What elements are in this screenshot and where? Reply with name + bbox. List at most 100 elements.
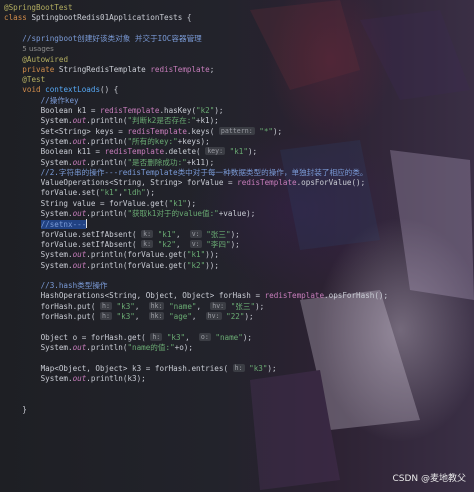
code-line[interactable]: System.out.println("获取k1对于的value值:"+valu… [4,209,256,219]
code-line[interactable]: //springboot创建好该类对象 并交于IOC容器管理 [4,34,201,44]
field-token: redisTemplate [104,147,165,157]
code-line[interactable]: @Test [4,75,45,85]
field-token: redisTemplate [264,291,325,301]
code-line[interactable]: System.out.println(forValue.get("k1")); [4,250,219,260]
string-token: "张三" [230,301,256,311]
string-token: "name" [169,301,197,311]
code-token: Boolean k11 = [4,147,105,157]
code-token: .delete( [164,147,206,157]
code-line[interactable]: @Autowired [4,55,68,65]
code-line[interactable]: class SptingbootRedis01ApplicationTests … [4,13,191,23]
text-caret [86,219,88,229]
code-token: Boolean k1 = [4,106,101,115]
code-token: .println(k3); [86,373,146,383]
field-token: redisTemplate [127,126,187,136]
code-line[interactable]: System.out.println("判断k2是否存在:"+k1); [4,116,219,126]
code-token: )); [205,260,219,270]
parameter-hint: v: [189,229,202,238]
field-token: redisTemplate [100,106,160,115]
code-line[interactable]: System.out.println(forValue.get("k2")); [4,261,219,271]
code-token: ); [267,363,277,373]
code-token: +keys); [177,136,210,146]
code-token: .println( [86,209,128,218]
code-line[interactable]: forValue.setIfAbsent( k: "k2", v: "李四"); [4,239,240,250]
code-token: System. [4,136,73,146]
code-line[interactable]: } [4,405,27,415]
code-token: () { [100,85,119,95]
code-line[interactable]: @SpringBootTest [4,3,73,13]
code-line[interactable]: System.out.println("所有的key:"+keys); [4,137,210,147]
string-token: "是否删除成功:" [127,157,187,167]
parameter-hint: v: [189,239,202,248]
string-token: "ldh" [122,188,146,198]
code-token: forHash.put( [4,312,101,321]
string-token: "张三" [206,229,231,239]
code-line[interactable]: //2.字符串的操作---redisTemplate类中对于每一种数据类型的操作… [4,168,368,178]
code-token: .hasKey( [159,106,197,115]
code-line[interactable]: void contextLoads() { [4,85,118,95]
parameter-hint: h: [150,332,163,341]
code-token: forValue.set( [4,188,101,198]
code-token: ); [145,188,155,198]
code-line[interactable]: forHash.put( h: "k3", hk: "age", hv: "22… [4,312,254,322]
code-line[interactable]: //setnx--- [4,219,88,230]
code-line[interactable]: System.out.println("name的值:"+o); [4,343,193,353]
code-line[interactable]: Set<String> keys = redisTemplate.keys( p… [4,126,283,137]
code-line[interactable]: Boolean k1 = redisTemplate.hasKey("k2"); [4,106,224,116]
code-line[interactable]: Object o = forHash.get( h: "k3", o: "nam… [4,332,252,343]
string-token: "k1" [229,147,248,157]
code-token: Object o = forHash.get( [4,332,151,342]
comment-token: //3.hash类型操作 [40,281,108,291]
code-token: +o); [174,342,193,352]
code-token: , [134,312,149,321]
code-line[interactable]: forValue.set("k1","ldh"); [4,188,155,198]
parameter-hint: h: [100,312,112,320]
parameter-hint: hv: [205,312,222,320]
code-line[interactable]: //3.hash类型操作 [4,281,108,291]
code-line[interactable]: System.out.println(k3); [4,374,146,384]
code-line[interactable]: private StringRedisTemplate redisTemplat… [4,65,214,75]
parameter-hint: k: [141,229,154,238]
parameter-hint: pattern: [218,126,255,135]
code-token: .println( [86,157,128,167]
string-token: "k1" [186,250,206,260]
code-token: +k1); [195,116,219,126]
string-token: "所有的key:" [127,136,178,146]
string-token: "age" [169,312,192,321]
string-token: "22" [226,312,245,321]
static-field-token: out [72,209,87,218]
code-token: SptingbootRedis01ApplicationTests { [31,13,192,23]
csdn-watermark: CSDN @麦地教父 [392,473,466,484]
code-line[interactable]: System.out.println("是否删除成功:"+k11); [4,157,215,168]
code-token: , [185,332,199,342]
code-line[interactable]: Map<Object, Object> k3 = forHash.entries… [4,363,277,374]
code-line[interactable]: Boolean k11 = redisTemplate.delete( key:… [4,147,257,157]
code-token: forValue.setIfAbsent( [4,239,142,249]
code-token: , [191,312,206,321]
code-line[interactable]: forValue.setIfAbsent( k: "k1", v: "张三"); [4,229,240,240]
string-token: "*" [259,126,273,136]
parameter-hint: hv: [210,301,227,310]
code-token: System. [4,116,73,126]
code-line[interactable]: //操作key [4,96,79,106]
code-line[interactable]: 5 usages [4,44,53,54]
string-token: "k3" [249,363,268,373]
string-token: "k2" [186,260,206,270]
static-field-token: out [72,260,87,270]
parameter-hint: h: [232,363,245,372]
string-token: "name" [215,332,243,342]
code-line[interactable]: String value = forValue.get("k1"); [4,199,196,209]
code-line[interactable]: HashOperations<String, Object, Object> f… [4,291,389,301]
keyword-token: private [22,64,59,74]
code-line[interactable]: forHash.put( h: "k3", hk: "name", hv: "张… [4,301,264,312]
parameter-hint: hk: [148,312,165,320]
string-token: "k3" [116,312,135,321]
code-token: ); [272,126,283,136]
code-line[interactable]: ValueOperations<String, String> forValue… [4,178,366,188]
annotation-token: @SpringBootTest [4,3,73,12]
code-token: System. [4,342,73,352]
